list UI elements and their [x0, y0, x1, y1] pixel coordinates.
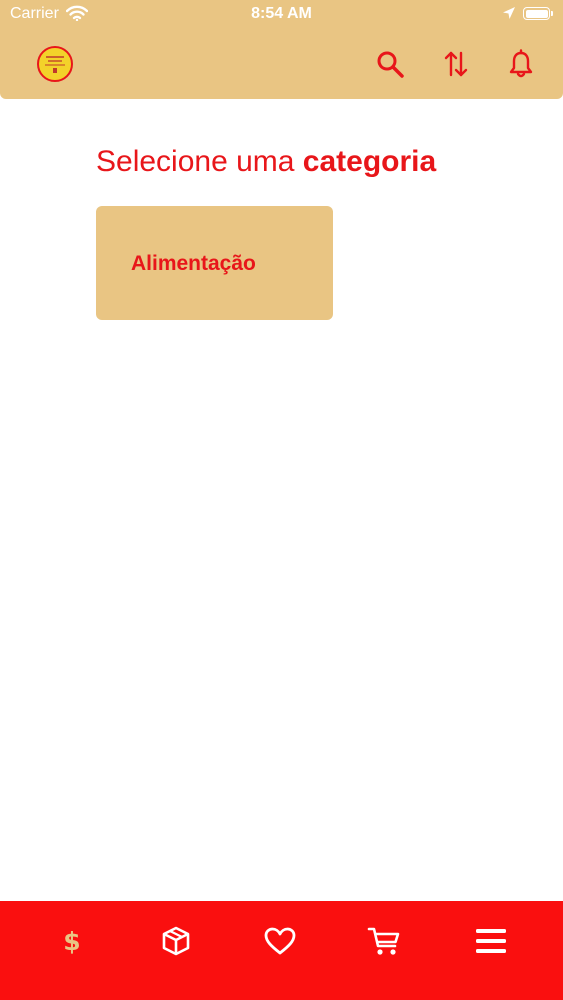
category-label: Alimentação: [131, 252, 256, 275]
notifications-button[interactable]: [505, 48, 537, 80]
nav-favorites-button[interactable]: [260, 921, 300, 961]
nav-orders-button[interactable]: [156, 921, 196, 961]
battery-icon: [523, 7, 553, 20]
sort-icon: [444, 51, 468, 77]
cart-icon: [367, 927, 400, 955]
package-icon: [162, 926, 190, 956]
status-bar: Carrier 8:54 AM: [0, 0, 563, 30]
status-time: 8:54 AM: [251, 5, 312, 22]
store-logo[interactable]: [37, 46, 73, 87]
page-title: Selecione uma categoria: [96, 145, 436, 179]
dollar-icon: $: [63, 926, 81, 956]
bell-icon: [509, 49, 533, 78]
category-card-alimentacao[interactable]: Alimentação: [96, 206, 333, 320]
search-button[interactable]: [374, 48, 406, 80]
nav-finance-button[interactable]: $: [52, 921, 92, 961]
heart-icon: [264, 927, 296, 955]
bottom-navigation: $: [0, 901, 563, 1000]
location-arrow-icon: [502, 6, 516, 25]
menu-icon: [476, 929, 506, 953]
sort-button[interactable]: [440, 48, 472, 80]
page-title-prefix: Selecione uma: [96, 145, 303, 178]
search-icon: [377, 51, 404, 78]
nav-menu-button[interactable]: [471, 921, 511, 961]
page-title-emphasis: categoria: [302, 145, 437, 178]
nav-cart-button[interactable]: [364, 921, 404, 961]
top-header: Carrier 8:54 AM: [0, 0, 563, 99]
